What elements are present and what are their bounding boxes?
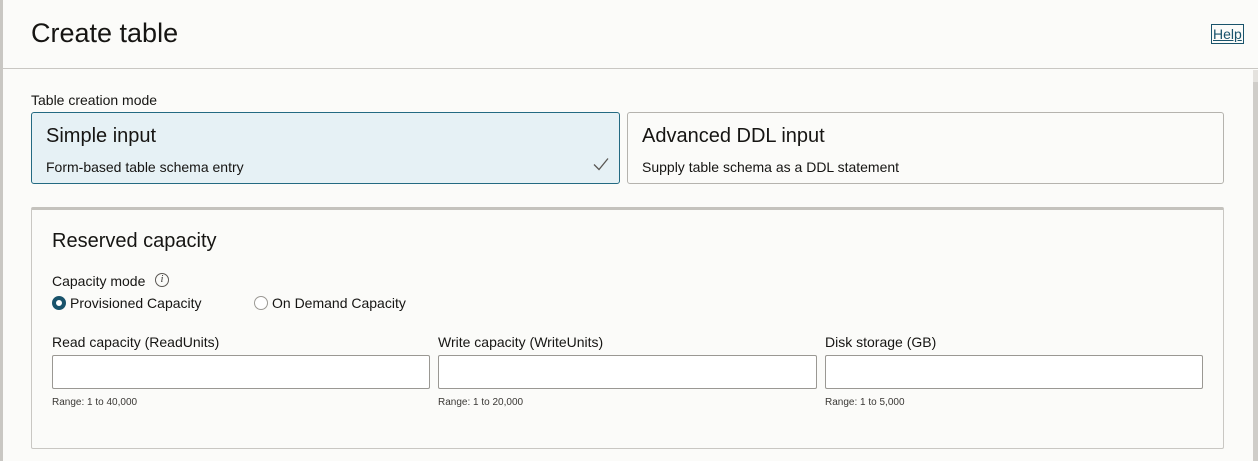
disk-storage-input[interactable] (825, 355, 1203, 389)
simple-input-option[interactable]: Simple input Form-based table schema ent… (31, 112, 620, 184)
disk-storage-label: Disk storage (GB) (825, 334, 937, 350)
on-demand-capacity-label: On Demand Capacity (272, 295, 406, 311)
info-icon[interactable]: i (155, 273, 169, 287)
reserved-capacity-title: Reserved capacity (52, 230, 217, 252)
advanced-ddl-input-option[interactable]: Advanced DDL input Supply table schema a… (627, 112, 1224, 184)
help-link[interactable]: Help (1211, 24, 1244, 44)
write-capacity-label: Write capacity (WriteUnits) (438, 334, 604, 350)
on-demand-capacity-radio[interactable]: On Demand Capacity (254, 295, 406, 311)
provisioned-capacity-label: Provisioned Capacity (70, 295, 202, 311)
window-left-edge (0, 0, 3, 461)
page-title: Create table (31, 18, 179, 48)
simple-input-title: Simple input (46, 125, 157, 147)
capacity-mode-label: Capacity mode (52, 273, 146, 289)
write-capacity-input[interactable] (438, 355, 817, 389)
reserved-capacity-panel: Reserved capacity Capacity mode i Provis… (31, 207, 1224, 449)
disk-storage-hint: Range: 1 to 5,000 (825, 397, 905, 408)
read-capacity-hint: Range: 1 to 40,000 (52, 397, 138, 408)
advanced-ddl-input-description: Supply table schema as a DDL statement (642, 159, 900, 175)
checkmark-icon (593, 158, 609, 171)
write-capacity-hint: Range: 1 to 20,000 (438, 397, 524, 408)
read-capacity-label: Read capacity (ReadUnits) (52, 334, 220, 350)
read-capacity-input[interactable] (52, 355, 430, 389)
table-creation-mode-label: Table creation mode (31, 92, 158, 108)
scrollbar-thumb[interactable] (1253, 82, 1258, 461)
simple-input-description: Form-based table schema entry (46, 159, 244, 175)
provisioned-capacity-radio[interactable]: Provisioned Capacity (52, 295, 202, 311)
radio-unchecked-icon[interactable] (254, 296, 268, 310)
radio-checked-icon[interactable] (52, 296, 66, 310)
advanced-ddl-input-title: Advanced DDL input (642, 125, 825, 147)
dialog-header: Create table Help (3, 0, 1258, 69)
